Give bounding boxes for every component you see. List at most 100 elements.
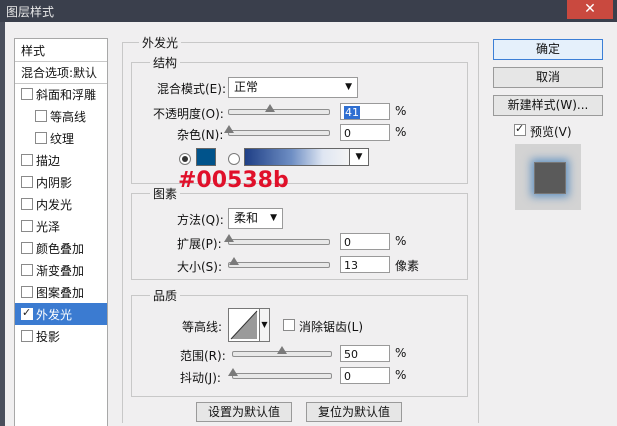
style-category-item[interactable]: 描边 — [15, 149, 107, 171]
spread-input[interactable]: 0 — [340, 233, 390, 250]
jitter-slider-thumb[interactable] — [228, 368, 238, 376]
style-category-label: 投影 — [36, 330, 61, 344]
technique-label: 方法(Q): — [177, 213, 224, 227]
contour-label: 等高线: — [182, 320, 223, 334]
style-category-item[interactable]: 样式 — [15, 39, 107, 62]
jitter-unit: % — [395, 368, 407, 382]
reset-default-button[interactable]: 复位为默认值 — [306, 402, 402, 422]
close-icon: ✕ — [584, 1, 596, 17]
contour-dropdown-button[interactable]: ▼ — [259, 308, 270, 342]
color-hex-annotation: #00538b — [178, 168, 289, 193]
size-slider-thumb[interactable] — [229, 257, 239, 265]
ok-button[interactable]: 确定 — [493, 39, 603, 60]
spread-slider-thumb[interactable] — [224, 234, 234, 242]
style-category-label: 等高线 — [50, 110, 87, 124]
opacity-input[interactable]: 41 — [340, 103, 390, 120]
section-title: 外发光 — [139, 34, 182, 51]
opacity-slider[interactable] — [228, 104, 330, 115]
chevron-down-icon: ▼ — [261, 320, 268, 329]
style-category-label: 内阴影 — [36, 176, 73, 190]
antialias-label: 消除锯齿(L) — [299, 320, 364, 334]
new-style-button[interactable]: 新建样式(W)... — [493, 95, 603, 116]
title-bar: 图层样式 ✕ — [0, 0, 617, 22]
style-category-label: 内发光 — [36, 198, 73, 212]
style-category-checkbox[interactable] — [35, 110, 47, 122]
spread-unit: % — [395, 234, 407, 248]
style-category-checkbox[interactable] — [21, 330, 33, 342]
style-category-item[interactable]: 颜色叠加 — [15, 237, 107, 259]
style-category-list: 样式混合选项:默认斜面和浮雕等高线纹理描边内阴影内发光光泽颜色叠加渐变叠加图案叠… — [14, 38, 108, 426]
noise-input[interactable]: 0 — [340, 124, 390, 141]
style-category-checkbox[interactable] — [21, 198, 33, 210]
window-title: 图层样式 — [6, 5, 55, 19]
style-category-checkbox[interactable] — [21, 88, 33, 100]
size-input[interactable]: 13 — [340, 256, 390, 273]
style-category-item[interactable]: 图案叠加 — [15, 281, 107, 303]
antialias-checkbox[interactable] — [283, 319, 295, 331]
spread-slider[interactable] — [224, 234, 330, 245]
style-category-label: 混合选项:默认 — [21, 66, 98, 80]
gradient-radio[interactable] — [228, 153, 240, 165]
quality-title: 品质 — [150, 287, 181, 304]
style-category-item[interactable]: 内阴影 — [15, 171, 107, 193]
style-category-item[interactable]: 光泽 — [15, 215, 107, 237]
style-category-item[interactable]: 纹理 — [15, 127, 107, 149]
cancel-button[interactable]: 取消 — [493, 67, 603, 88]
gradient-preview[interactable] — [244, 148, 350, 166]
window-left-border — [0, 22, 5, 426]
size-slider[interactable] — [228, 257, 330, 268]
size-label: 大小(S): — [177, 260, 223, 274]
style-category-label: 描边 — [36, 154, 61, 168]
style-category-item[interactable]: 等高线 — [15, 105, 107, 127]
close-button[interactable]: ✕ — [567, 0, 613, 19]
structure-title: 结构 — [150, 54, 181, 71]
style-category-checkbox[interactable] — [21, 264, 33, 276]
blend-mode-select[interactable]: 正常 ▼ — [228, 77, 358, 98]
noise-slider-thumb[interactable] — [224, 125, 234, 133]
jitter-label: 抖动(J): — [180, 371, 221, 385]
range-slider[interactable] — [232, 346, 332, 357]
style-category-checkbox[interactable] — [21, 286, 33, 298]
style-category-item[interactable]: 混合选项:默认 — [15, 61, 107, 84]
size-unit: 像素 — [395, 259, 420, 273]
jitter-input[interactable]: 0 — [340, 367, 390, 384]
style-category-item[interactable]: 内发光 — [15, 193, 107, 215]
contour-picker[interactable] — [228, 308, 260, 342]
style-category-item[interactable]: 外发光 — [15, 303, 107, 325]
style-category-label: 渐变叠加 — [36, 264, 85, 278]
opacity-label: 不透明度(O): — [153, 107, 224, 121]
noise-label: 杂色(N): — [177, 128, 224, 142]
style-category-item[interactable]: 斜面和浮雕 — [15, 83, 107, 105]
range-unit: % — [395, 346, 407, 360]
style-category-checkbox[interactable] — [21, 242, 33, 254]
jitter-value: 0 — [344, 370, 351, 383]
elements-title: 图素 — [150, 185, 181, 202]
noise-slider[interactable] — [224, 125, 330, 136]
opacity-unit: % — [395, 104, 407, 118]
jitter-slider[interactable] — [228, 368, 332, 379]
technique-select[interactable]: 柔和 ▼ — [228, 208, 283, 229]
range-input[interactable]: 50 — [340, 345, 390, 362]
style-category-label: 纹理 — [50, 132, 75, 146]
gradient-dropdown-button[interactable]: ▼ — [349, 148, 369, 166]
style-category-checkbox[interactable] — [35, 132, 47, 144]
blend-mode-value: 正常 — [234, 80, 259, 94]
make-default-button[interactable]: 设置为默认值 — [196, 402, 292, 422]
style-category-checkbox[interactable] — [21, 154, 33, 166]
style-category-label: 颜色叠加 — [36, 242, 85, 256]
style-category-item[interactable]: 渐变叠加 — [15, 259, 107, 281]
style-category-checkbox[interactable] — [21, 306, 33, 320]
style-category-item[interactable]: 投影 — [15, 325, 107, 347]
style-category-checkbox[interactable] — [21, 220, 33, 232]
solid-color-radio[interactable] — [179, 153, 191, 165]
preview-checkbox[interactable] — [514, 122, 526, 136]
chevron-down-icon: ▼ — [345, 82, 352, 92]
opacity-slider-thumb[interactable] — [265, 104, 275, 112]
range-slider-thumb[interactable] — [277, 346, 287, 354]
contour-curve-icon — [230, 310, 258, 340]
noise-value: 0 — [344, 127, 351, 140]
style-preview — [515, 144, 581, 210]
glow-color-swatch[interactable] — [196, 148, 216, 166]
technique-value: 柔和 — [234, 211, 259, 225]
style-category-checkbox[interactable] — [21, 176, 33, 188]
